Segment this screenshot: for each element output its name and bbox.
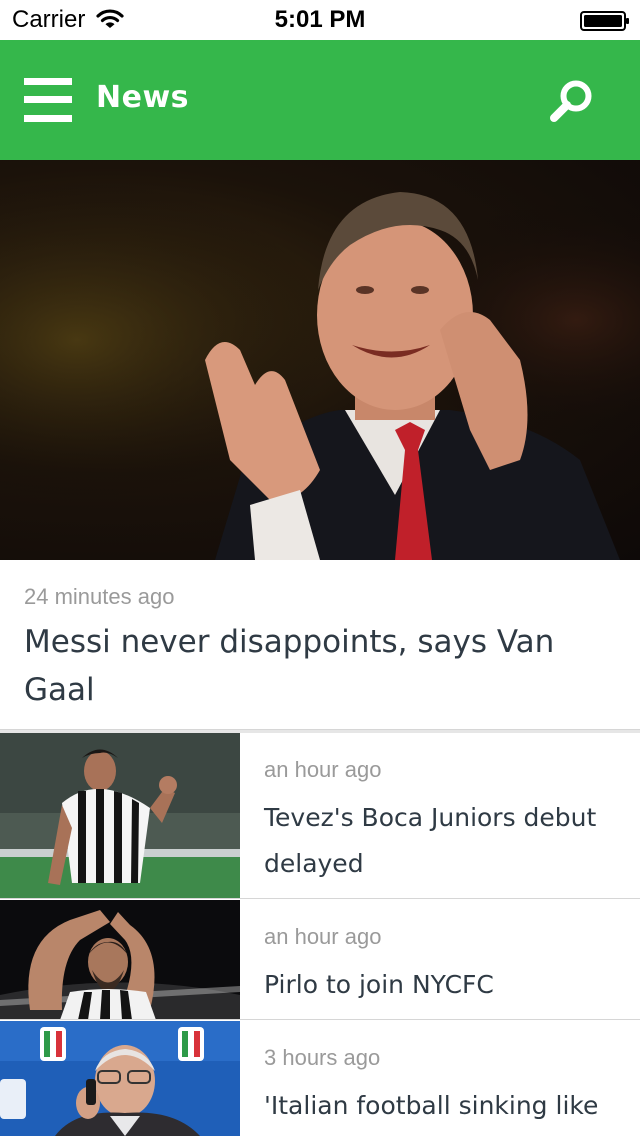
status-time: 5:01 PM (274, 6, 366, 33)
status-bar: Carrier 5:01 PM (0, 0, 640, 40)
article-thumbnail (0, 1021, 240, 1136)
list-item[interactable]: an hour ago Tevez's Boca Juniors debut d… (0, 733, 640, 899)
article-title: 'Italian football sinking like (264, 1091, 599, 1120)
list-item[interactable]: 3 hours ago 'Italian football sinking li… (0, 1021, 640, 1136)
article-timestamp: an hour ago (264, 924, 382, 949)
list-item[interactable]: an hour ago Pirlo to join NYCFC (0, 900, 640, 1020)
article-thumbnail (0, 900, 240, 1019)
hero-article-card[interactable]: 24 minutes ago Messi never disappoints, … (0, 560, 640, 730)
hero-article-image[interactable] (0, 160, 640, 560)
article-title: Tevez's Boca Juniors debut delayed (264, 803, 597, 878)
search-icon[interactable] (546, 76, 598, 128)
battery-icon (580, 11, 629, 31)
nav-bar: News (0, 40, 640, 160)
hero-photo-illustration (0, 160, 640, 560)
article-thumbnail (0, 733, 240, 898)
hero-headline: Messi never disappoints, says Van Gaal (24, 624, 555, 708)
page-title: News (96, 80, 190, 115)
hero-timestamp: 24 minutes ago (24, 584, 175, 609)
article-title: Pirlo to join NYCFC (264, 970, 494, 999)
article-timestamp: an hour ago (264, 757, 382, 782)
article-timestamp: 3 hours ago (264, 1045, 381, 1070)
hamburger-menu-icon[interactable] (24, 78, 72, 122)
